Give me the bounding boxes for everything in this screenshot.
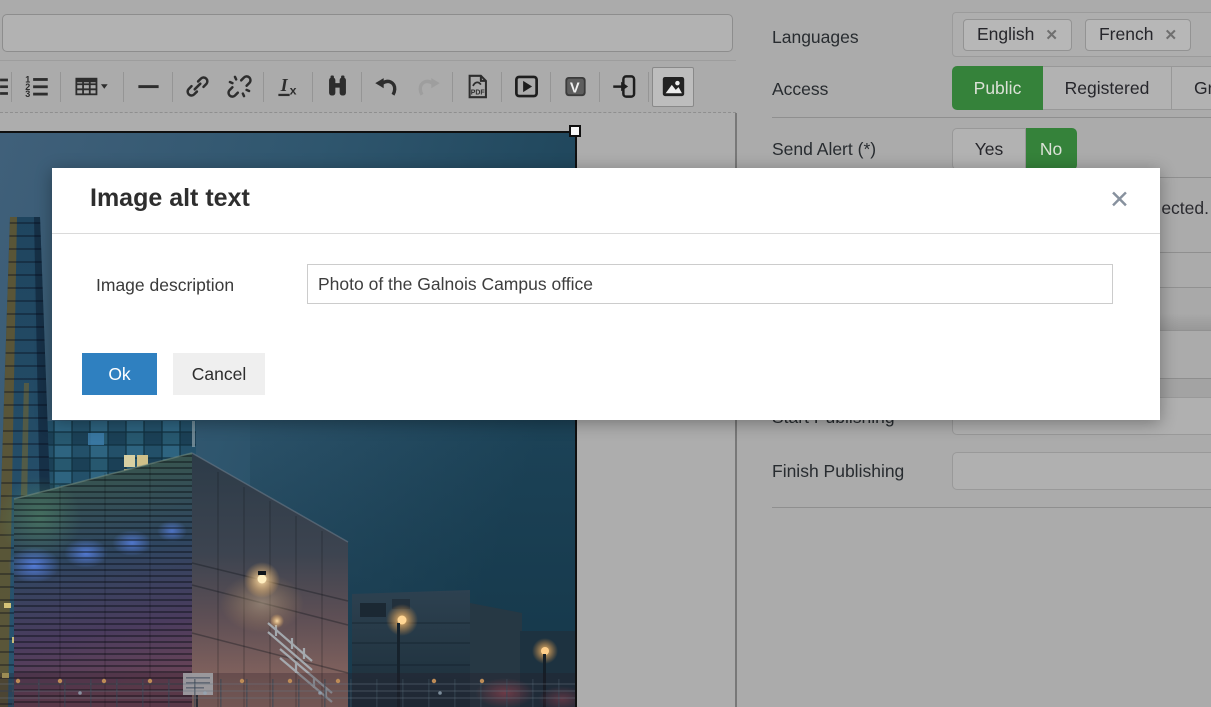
remove-format-icon[interactable]: I x xyxy=(267,67,309,107)
finish-publishing-label: Finish Publishing xyxy=(772,461,904,482)
toolbar-separator xyxy=(123,72,124,102)
toolbar-separator xyxy=(599,72,600,102)
panel-divider xyxy=(772,117,1211,118)
ok-button[interactable]: Ok xyxy=(82,353,157,395)
languages-label: Languages xyxy=(772,27,859,48)
language-chip-english[interactable]: English ✕ xyxy=(963,19,1072,51)
article-title-input[interactable] xyxy=(2,14,733,52)
access-option-public[interactable]: Public xyxy=(952,66,1043,110)
svg-text:3: 3 xyxy=(25,89,30,99)
table-icon[interactable] xyxy=(64,67,120,107)
image-description-input[interactable] xyxy=(307,264,1113,304)
image-icon[interactable] xyxy=(652,67,694,107)
cms-article-editor: 1 2 3 xyxy=(0,0,1211,707)
redo-icon[interactable] xyxy=(407,67,449,107)
bullet-list-icon[interactable] xyxy=(0,67,8,107)
toolbar-separator xyxy=(172,72,173,102)
svg-text:I: I xyxy=(279,75,288,95)
vimeo-icon[interactable]: V xyxy=(554,67,596,107)
close-icon[interactable]: ✕ xyxy=(1109,188,1130,213)
image-alt-text-dialog: Image alt text ✕ Image description Ok Ca… xyxy=(52,168,1160,420)
toolbar-separator xyxy=(312,72,313,102)
media-play-icon[interactable] xyxy=(505,67,547,107)
chip-label: English xyxy=(977,24,1034,45)
send-alert-no[interactable]: No xyxy=(1026,128,1077,170)
toolbar-separator xyxy=(263,72,264,102)
unlink-icon[interactable] xyxy=(218,67,260,107)
panel-divider xyxy=(772,507,1211,508)
language-chip-french[interactable]: French ✕ xyxy=(1085,19,1191,51)
access-option-groups-clipped[interactable]: Gr xyxy=(1172,66,1211,110)
svg-text:V: V xyxy=(569,81,579,97)
toolbar-separator xyxy=(11,72,12,102)
dialog-title: Image alt text xyxy=(90,184,250,213)
toolbar-separator xyxy=(452,72,453,102)
toolbar-separator xyxy=(60,72,61,102)
image-resize-handle[interactable] xyxy=(569,125,581,137)
send-alert-label: Send Alert (*) xyxy=(772,139,876,160)
toolbar-separator xyxy=(648,72,649,102)
toolbar-separator xyxy=(361,72,362,102)
chip-label: French xyxy=(1099,24,1153,45)
image-description-label: Image description xyxy=(96,275,234,296)
access-label: Access xyxy=(772,79,828,100)
svg-text:x: x xyxy=(289,83,296,97)
finish-publishing-input[interactable] xyxy=(952,452,1211,490)
horizontal-rule-icon[interactable] xyxy=(127,67,169,107)
cancel-button[interactable]: Cancel xyxy=(173,353,265,395)
remove-chip-icon[interactable]: ✕ xyxy=(1164,26,1177,44)
export-pdf-icon[interactable]: PDF xyxy=(456,67,498,107)
languages-field[interactable]: English ✕ French ✕ xyxy=(952,12,1211,57)
numbered-list-icon[interactable]: 1 2 3 xyxy=(15,67,57,107)
access-option-registered[interactable]: Registered xyxy=(1043,66,1172,110)
send-alert-button-group: Yes No xyxy=(952,128,1077,170)
dialog-header-divider xyxy=(52,233,1160,234)
access-button-group: Public Registered Gr xyxy=(952,66,1211,110)
remove-chip-icon[interactable]: ✕ xyxy=(1045,26,1058,44)
undo-icon[interactable] xyxy=(365,67,407,107)
clipped-selection-text: ected. xyxy=(1161,198,1209,219)
editor-toolbar: 1 2 3 xyxy=(0,60,736,113)
find-replace-icon[interactable] xyxy=(316,67,358,107)
svg-text:PDF: PDF xyxy=(470,89,484,96)
sign-in-icon[interactable] xyxy=(603,67,645,107)
toolbar-separator xyxy=(501,72,502,102)
toolbar-separator xyxy=(550,72,551,102)
link-icon[interactable] xyxy=(176,67,218,107)
send-alert-yes[interactable]: Yes xyxy=(952,128,1026,170)
